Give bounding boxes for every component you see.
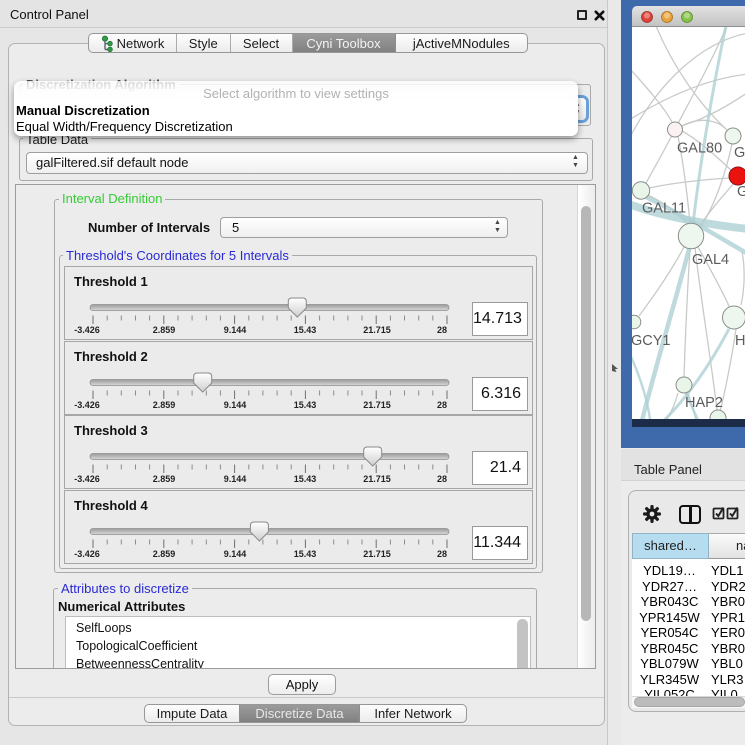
svg-text:GAL80: GAL80: [677, 141, 722, 157]
svg-text:HAP2: HAP2: [685, 395, 723, 411]
svg-text:GA: GA: [734, 145, 745, 161]
svg-text:G: G: [737, 184, 745, 200]
svg-text:GCY1: GCY1: [632, 333, 671, 349]
svg-text:H: H: [735, 333, 745, 349]
svg-text:GAL11: GAL11: [642, 201, 686, 217]
svg-text:GAL4: GAL4: [692, 252, 729, 268]
